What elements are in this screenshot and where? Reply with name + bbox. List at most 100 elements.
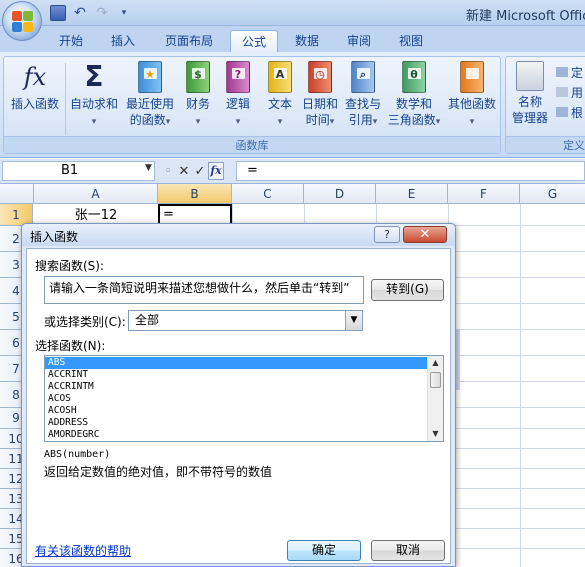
function-list-item[interactable]: ACOSH <box>45 405 428 417</box>
select-all-corner[interactable] <box>0 184 34 204</box>
text-label: 文本 <box>267 97 292 111</box>
chevron-down-icon: ▾ <box>91 117 97 127</box>
chevron-down-icon[interactable]: ▼ <box>345 311 362 330</box>
name-manager-button[interactable]: 名称 管理器 <box>510 61 550 126</box>
dialog-title: 插入函数 <box>30 230 79 244</box>
insert-function-button[interactable]: fx 插入函数 <box>6 61 64 112</box>
function-list-items: ABS ACCRINT ACCRINTM ACOS ACOSH ADDRESS AMORDE… <box>45 357 428 441</box>
more-functions-button[interactable]: 其他函数 ▾ <box>444 61 500 130</box>
insert-function-fx-icon[interactable]: fx <box>208 162 224 180</box>
formula-buttons: ◦ ✕ ✓ fx <box>160 161 232 181</box>
function-list-item[interactable]: ADDRESS <box>45 417 428 429</box>
office-button[interactable] <box>2 1 42 41</box>
math-trig-button[interactable]: θ 数学和 三角函数▾ <box>386 61 442 130</box>
chevron-down-icon: ▾ <box>277 117 283 127</box>
financial-icon: $ <box>186 61 210 93</box>
text-button[interactable]: A 文本 ▾ <box>262 61 298 130</box>
lookup-reference-button[interactable]: ⌕ 查找与 引用▾ <box>342 61 384 130</box>
name-box[interactable]: B1 <box>2 161 155 181</box>
scroll-down-icon[interactable]: ▼ <box>428 427 443 441</box>
tab-review[interactable]: 审阅 <box>340 30 378 52</box>
use-in-formula-label: 用 <box>571 86 584 100</box>
tab-view[interactable]: 视图 <box>392 30 430 52</box>
help-button[interactable]: ? <box>374 226 400 243</box>
more-functions-label: 其他函数 <box>447 97 496 111</box>
function-list[interactable]: ABS ACCRINT ACCRINTM ACOS ACOSH ADDRESS AMORDE… <box>44 355 444 442</box>
function-list-scrollbar[interactable]: ▲ ▼ <box>427 356 443 441</box>
dialog-body: 搜索函数(S): 请输入一条简短说明来描述您想做什么，然后单击“转到” 转到(G… <box>26 248 451 564</box>
recent-functions-icon: ★ <box>138 61 162 93</box>
dialog-title-bar[interactable]: 插入函数 ? ✕ <box>22 224 455 246</box>
chevron-down-icon: ▾ <box>469 117 475 127</box>
undo-icon[interactable]: ↶ <box>72 5 88 21</box>
tab-data[interactable]: 数据 <box>288 30 326 52</box>
column-header-c[interactable]: C <box>232 184 304 204</box>
math-trig-label-2: 三角函数 <box>387 113 436 127</box>
logical-icon: ? <box>226 61 250 93</box>
close-button[interactable]: ✕ <box>403 226 447 243</box>
formula-input[interactable]: = <box>236 161 585 181</box>
tab-page-layout[interactable]: 页面布局 <box>158 30 220 52</box>
group-divider <box>65 63 66 135</box>
ok-button[interactable]: 确定 <box>287 540 361 561</box>
function-list-item[interactable]: ABS <box>45 357 428 369</box>
use-in-formula-icon <box>556 87 568 97</box>
function-list-item[interactable]: ACCRINTM <box>45 381 428 393</box>
redo-icon[interactable]: ↷ <box>94 5 110 21</box>
lookup-label: 查找与 <box>344 97 381 111</box>
quick-access-toolbar: ↶ ↷ ▾ <box>50 5 138 21</box>
tab-formulas[interactable]: 公式 <box>230 30 278 52</box>
logical-button[interactable]: ? 逻辑 ▾ <box>220 61 256 130</box>
magnifier-icon: ⌕ <box>351 61 375 93</box>
recently-used-button[interactable]: ★ 最近使用 的函数▾ <box>122 61 178 130</box>
column-header-f[interactable]: F <box>448 184 520 204</box>
use-in-formula-item[interactable]: 用 <box>556 83 583 103</box>
cancel-button[interactable]: 取消 <box>371 540 445 561</box>
window-title: 新建 Microsoft Office <box>466 9 585 24</box>
save-icon[interactable] <box>50 5 66 21</box>
goto-button[interactable]: 转到(G) <box>371 279 444 301</box>
ribbon-tabs: 开始 插入 页面布局 公式 数据 审阅 视图 <box>0 26 585 52</box>
scroll-thumb[interactable] <box>430 372 441 388</box>
defined-names-small-items: 定 用 根 <box>556 63 583 123</box>
ribbon: fx 插入函数 Σ 自动求和 ▾ ★ 最近使用 的函数▾ $ 财务 ▾ ? 逻辑… <box>0 52 585 158</box>
date-time-button[interactable]: ◷ 日期和 时间▾ <box>300 61 340 130</box>
logical-label: 逻辑 <box>225 97 250 111</box>
column-header-b[interactable]: B <box>158 184 232 204</box>
more-functions-icon <box>460 61 484 93</box>
text-icon: A <box>268 61 292 93</box>
column-header-d[interactable]: D <box>304 184 376 204</box>
defined-names-group: 名称 管理器 定 用 根 定义 <box>505 56 585 154</box>
define-name-item[interactable]: 定 <box>556 63 583 83</box>
sigma-icon: Σ <box>84 60 104 93</box>
cancel-icon[interactable]: ✕ <box>176 164 192 179</box>
create-from-selection-item[interactable]: 根 <box>556 103 583 123</box>
office-logo-icon <box>12 11 34 33</box>
name-box-dropdown-icon[interactable]: ▼ <box>145 163 152 173</box>
date-time-label-2: 时间 <box>305 113 330 127</box>
customize-quick-access-icon[interactable]: ▾ <box>116 5 132 21</box>
enter-icon[interactable]: ✓ <box>192 164 208 179</box>
financial-button[interactable]: $ 财务 ▾ <box>180 61 216 130</box>
name-manager-label: 名称 <box>517 95 542 109</box>
tab-home[interactable]: 开始 <box>52 30 90 52</box>
dialog-shadow-edge <box>456 330 460 390</box>
search-function-input[interactable]: 请输入一条简短说明来描述您想做什么，然后单击“转到” <box>44 276 364 304</box>
column-header-e[interactable]: E <box>376 184 448 204</box>
function-list-item[interactable]: AMORDEGRC <box>45 429 428 441</box>
function-list-item[interactable]: ACCRINT <box>45 369 428 381</box>
insert-function-label: 插入函数 <box>10 97 59 111</box>
autosum-button[interactable]: Σ 自动求和 ▾ <box>68 61 120 130</box>
define-name-icon <box>556 67 568 77</box>
function-library-group: fx 插入函数 Σ 自动求和 ▾ ★ 最近使用 的函数▾ $ 财务 ▾ ? 逻辑… <box>3 56 501 154</box>
column-header-a[interactable]: A <box>34 184 158 204</box>
column-header-g[interactable]: G <box>520 184 585 204</box>
function-help-link[interactable]: 有关该函数的帮助 <box>35 542 131 559</box>
function-list-item[interactable]: ACOS <box>45 393 428 405</box>
create-from-selection-label: 根 <box>571 106 584 120</box>
category-select[interactable]: 全部 ▼ <box>128 310 363 331</box>
scroll-up-icon[interactable]: ▲ <box>428 356 443 370</box>
formula-bar-expand-icon[interactable]: ◦ <box>160 164 176 179</box>
recently-used-label: 最近使用 <box>125 97 174 111</box>
tab-insert[interactable]: 插入 <box>104 30 142 52</box>
